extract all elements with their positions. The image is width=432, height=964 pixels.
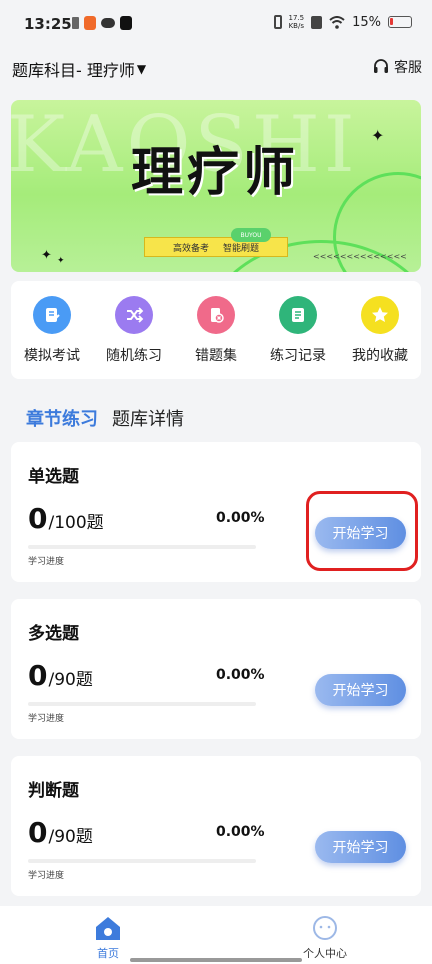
start-study-button[interactable]: 开始学习: [315, 517, 406, 549]
record-icon: [279, 295, 317, 334]
sim-x-icon: [311, 15, 323, 29]
link-notification-icon: [101, 18, 115, 28]
banner-arrows: <<<<<<<<<<<<<<: [313, 252, 407, 261]
net-speed: 17.5 KB/s: [289, 14, 305, 30]
card-count: 0 /100题: [28, 502, 104, 535]
menu-my-favorites[interactable]: 我的收藏: [340, 295, 420, 365]
sparkle-icon: ✦: [57, 256, 65, 266]
nav-home-label: 首页: [97, 947, 119, 960]
banner[interactable]: KAOSHI 理疗师 ✦ ✦ ✦ 高效备考 智能刷题 BUYOU <<<<<<<…: [11, 100, 421, 272]
card-count: 0 /90题: [28, 659, 93, 692]
app-header: 题库科目- 理疗师 ▼ 客服: [0, 50, 432, 86]
done-count: 0: [28, 816, 48, 849]
exam-icon: [33, 295, 71, 334]
tag-left-text: 高效备考: [172, 243, 209, 254]
app-notification-icon: [84, 16, 96, 30]
sim-icon: [72, 17, 79, 29]
profile-icon: [313, 916, 337, 940]
total-count: /90题: [48, 827, 93, 847]
card-title: 单选题: [28, 467, 79, 487]
banner-title: 理疗师: [131, 143, 300, 203]
caret-down-icon: ▼: [136, 62, 147, 76]
wifi-icon: [329, 15, 345, 29]
menu-label: 练习记录: [270, 347, 326, 364]
card-count: 0 /90题: [28, 816, 93, 849]
battery-percent: 15%: [352, 14, 381, 30]
status-right: 17.5 KB/s 15%: [273, 14, 412, 30]
notification-icons: [72, 16, 132, 30]
card-title: 多选题: [28, 624, 79, 644]
nav-personal-center[interactable]: 个人中心: [275, 914, 375, 961]
progress-bar: [28, 545, 256, 549]
progress-label: 学习进度: [28, 714, 65, 724]
vibrate-icon: [273, 15, 282, 29]
question-type-card: 判断题 0 /90题 0.00% 学习进度 开始学习: [11, 756, 421, 896]
sparkle-icon: ✦: [371, 126, 385, 145]
subject-selector[interactable]: 题库科目- 理疗师 ▼: [12, 57, 146, 81]
service-label: 客服: [394, 60, 422, 76]
menu-label: 我的收藏: [352, 347, 408, 364]
progress-bar: [28, 859, 256, 863]
tab-chapter-practice[interactable]: 章节练习: [26, 405, 98, 431]
progress-percent: 0.00%: [216, 510, 265, 526]
home-indicator: [130, 958, 302, 962]
net-speed-unit: KB/s: [288, 22, 304, 30]
customer-service-button[interactable]: 客服: [372, 57, 422, 77]
total-count: /100题: [48, 513, 104, 533]
total-count: /90题: [48, 670, 93, 690]
home-icon: [96, 917, 120, 940]
star-icon: [361, 295, 399, 334]
progress-percent: 0.00%: [216, 824, 265, 840]
battery-icon: [388, 16, 412, 28]
menu-label: 错题集: [195, 347, 237, 364]
tab-bar: 章节练习 题库详情: [26, 405, 184, 431]
nav-home[interactable]: 首页: [58, 914, 158, 961]
menu-label: 随机练习: [106, 347, 162, 364]
progress-percent: 0.00%: [216, 667, 265, 683]
progress-bar: [28, 702, 256, 706]
banner-badge: BUYOU: [231, 228, 271, 242]
tab-question-bank-details[interactable]: 题库详情: [112, 405, 184, 431]
progress-label: 学习进度: [28, 871, 65, 881]
start-study-button[interactable]: 开始学习: [315, 674, 406, 706]
nav-personal-center-label: 个人中心: [303, 947, 347, 960]
sparkle-icon: ✦: [41, 248, 52, 263]
start-study-button[interactable]: 开始学习: [315, 831, 406, 863]
headset-icon: [374, 59, 388, 73]
quick-menu: 模拟考试 随机练习 错题集 练习记录 我的收藏: [11, 281, 421, 379]
tiktok-icon: [120, 16, 132, 30]
status-bar: 13:25 17.5 KB/s 15%: [0, 0, 432, 50]
done-count: 0: [28, 659, 48, 692]
status-time: 13:25: [24, 15, 72, 33]
bottom-nav: 首页 个人中心: [0, 906, 432, 964]
tag-right-text: 智能刷题: [223, 243, 260, 254]
done-count: 0: [28, 502, 48, 535]
subject-title: 题库科目- 理疗师: [12, 61, 135, 80]
question-type-card: 多选题 0 /90题 0.00% 学习进度 开始学习: [11, 599, 421, 739]
question-type-card: 单选题 0 /100题 0.00% 学习进度 开始学习: [11, 442, 421, 582]
net-speed-value: 17.5: [288, 14, 305, 22]
progress-label: 学习进度: [28, 557, 65, 567]
menu-wrong-questions[interactable]: 错题集: [176, 295, 256, 365]
menu-mock-exam[interactable]: 模拟考试: [12, 295, 92, 365]
menu-random-practice[interactable]: 随机练习: [94, 295, 174, 365]
menu-label: 模拟考试: [24, 347, 80, 364]
wrong-questions-icon: [197, 295, 235, 334]
card-title: 判断题: [28, 781, 79, 801]
menu-practice-record[interactable]: 练习记录: [258, 295, 338, 365]
shuffle-icon: [115, 295, 153, 334]
